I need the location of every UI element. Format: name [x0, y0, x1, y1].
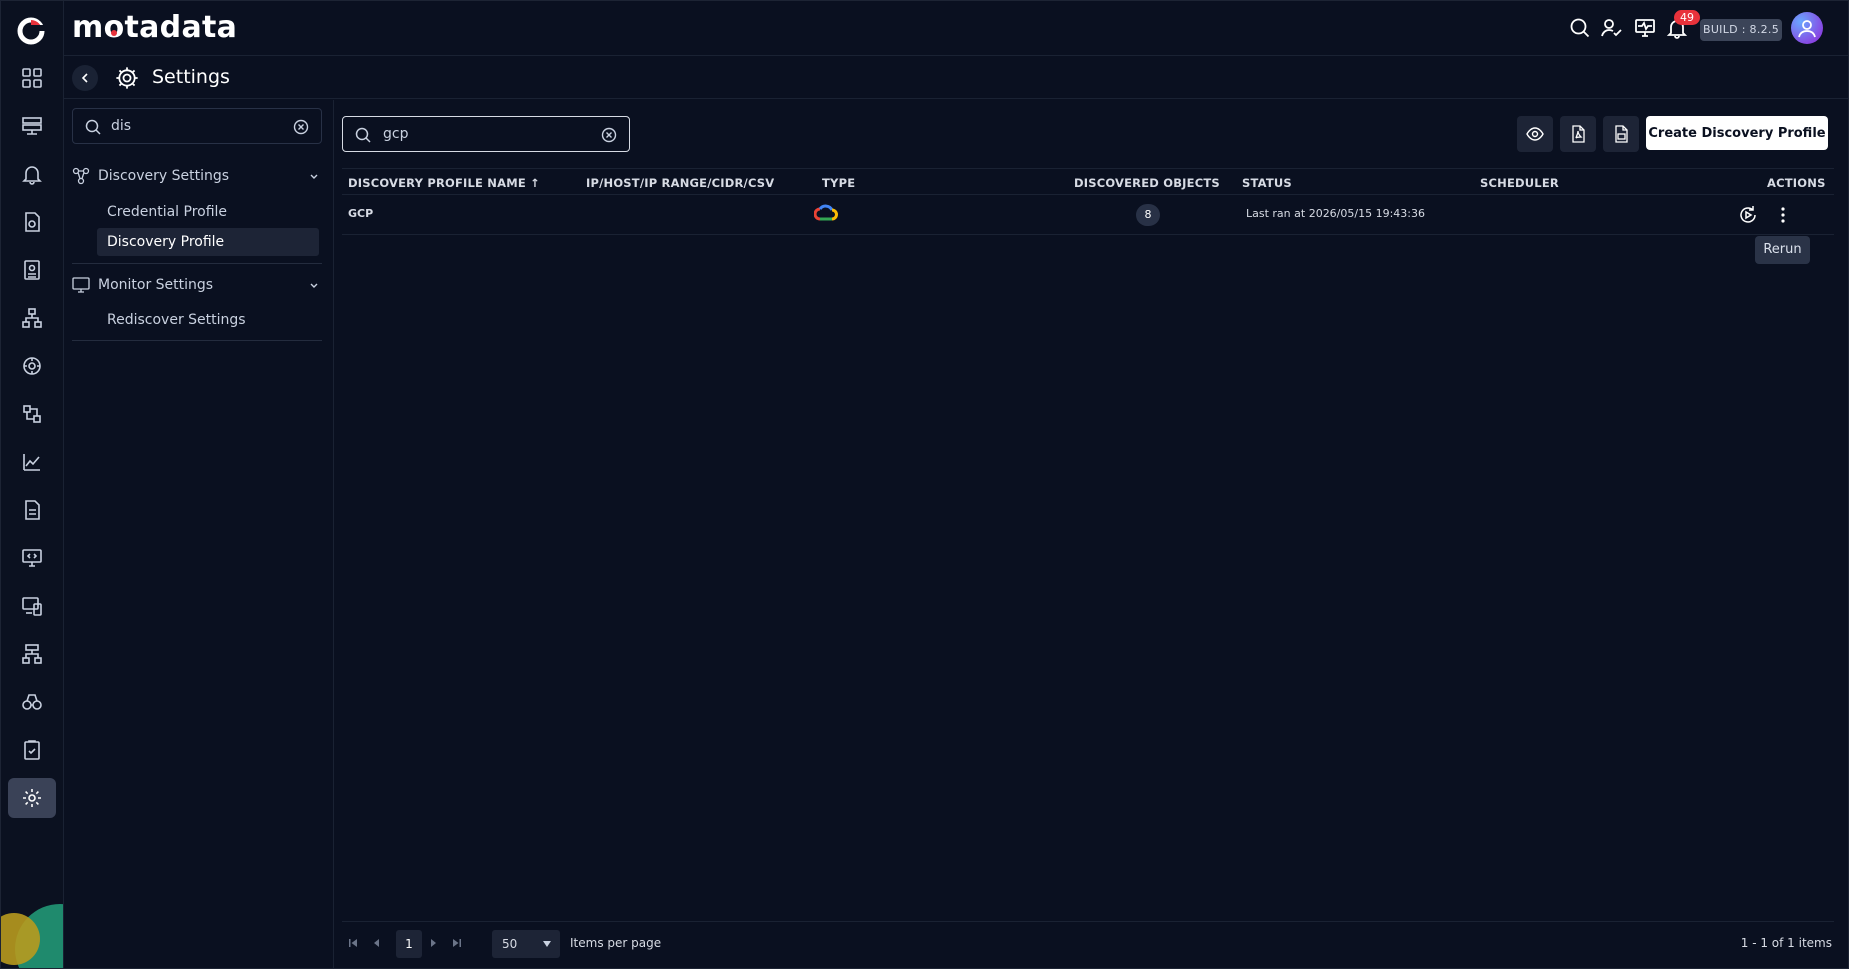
search-icon: [85, 119, 101, 135]
export-pdf-button[interactable]: [1560, 116, 1596, 152]
rerun-tooltip: Rerun: [1755, 236, 1810, 264]
rail-observe-icon[interactable]: [8, 682, 56, 722]
back-button[interactable]: [72, 65, 98, 91]
column-header-scheduler[interactable]: SCHEDULER: [1480, 176, 1559, 190]
rail-settings-icon[interactable]: [8, 778, 56, 818]
rail-reports-icon[interactable]: [8, 250, 56, 290]
profile-name[interactable]: GCP: [348, 207, 373, 220]
rail-dashboard-icon[interactable]: [8, 58, 56, 98]
rail-audit-icon[interactable]: [8, 730, 56, 770]
rail-decoration: [0, 879, 63, 969]
notification-count-badge: 49: [1674, 10, 1700, 25]
app-rail: [0, 0, 64, 969]
page-size-value: 50: [502, 937, 518, 951]
rail-apm-icon[interactable]: [8, 346, 56, 386]
settings-gear-icon: [114, 65, 140, 91]
rail-infrastructure-icon[interactable]: [8, 106, 56, 146]
brand-logo: motadata: [72, 10, 238, 45]
column-header-type[interactable]: TYPE: [822, 176, 855, 190]
settings-search-input[interactable]: [111, 116, 281, 136]
table-header: DISCOVERY PROFILE NAME ↑ IP/HOST/IP RANG…: [342, 168, 1834, 195]
rerun-icon[interactable]: [1737, 204, 1759, 226]
rail-document-icon[interactable]: [8, 490, 56, 530]
global-search-icon[interactable]: [1566, 14, 1594, 42]
rail-network-icon[interactable]: [8, 634, 56, 674]
export-csv-button[interactable]: [1603, 116, 1639, 152]
items-per-page-label: Items per page: [570, 936, 662, 950]
column-header-discovered-objects[interactable]: DISCOVERED OBJECTS: [1074, 176, 1220, 190]
page-header: Settings: [64, 57, 1849, 99]
user-check-icon[interactable]: [1598, 14, 1626, 42]
clear-search-icon[interactable]: [293, 119, 309, 135]
previous-page-icon[interactable]: [368, 934, 386, 952]
monitor-settings-icon: [72, 276, 92, 294]
current-page-number[interactable]: 1: [396, 930, 422, 958]
group-discovery-settings[interactable]: Discovery Settings: [72, 161, 322, 191]
table-row[interactable]: GCP 8 Last ran at 2026/05/15 19:43:36: [342, 195, 1834, 235]
nav-discovery-profile[interactable]: Discovery Profile: [97, 228, 319, 256]
rail-monitor-code-icon[interactable]: [8, 538, 56, 578]
view-toggle-button[interactable]: [1517, 116, 1553, 152]
gcp-cloud-icon: [814, 203, 838, 223]
pdf-file-icon: [1569, 125, 1587, 143]
group-label: Discovery Settings: [98, 168, 230, 184]
rail-topology-icon[interactable]: [8, 298, 56, 338]
chevron-down-icon: [308, 170, 322, 182]
column-header-actions: ACTIONS: [1767, 176, 1826, 190]
app-logo-icon[interactable]: [14, 14, 48, 48]
profile-search-input[interactable]: [383, 124, 583, 144]
column-header-target[interactable]: IP/HOST/IP RANGE/CIDR/CSV: [586, 176, 774, 190]
build-badge: BUILD : 8.2.5: [1700, 19, 1782, 41]
rail-devices-icon[interactable]: [8, 586, 56, 626]
nav-rediscover-settings[interactable]: Rediscover Settings: [97, 306, 319, 334]
page-title: Settings: [152, 66, 230, 88]
eye-icon: [1526, 125, 1544, 143]
pagination-bar: 1 50 Items per page 1 - 1 of 1 items: [342, 921, 1834, 963]
dropdown-arrow-icon: [542, 940, 552, 948]
settings-search-box: [72, 108, 322, 144]
search-icon: [355, 127, 371, 143]
last-page-icon[interactable]: [448, 934, 466, 952]
user-avatar[interactable]: [1791, 12, 1823, 44]
csv-file-icon: [1612, 125, 1630, 143]
divider: [72, 340, 322, 341]
profile-search-box: [342, 116, 630, 152]
discovery-profile-content: Create Discovery Profile DISCOVERY PROFI…: [334, 100, 1849, 969]
page-size-select[interactable]: 50: [492, 930, 560, 958]
chevron-down-icon: [308, 279, 322, 291]
next-page-icon[interactable]: [424, 934, 442, 952]
first-page-icon[interactable]: [344, 934, 362, 952]
settings-nav-panel: Discovery Settings Credential Profile Di…: [64, 100, 334, 969]
group-label: Monitor Settings: [98, 277, 214, 293]
discovered-objects-count[interactable]: 8: [1136, 204, 1160, 226]
more-options-icon[interactable]: [1772, 204, 1794, 226]
top-bar: motadata 49 BUILD : 8.2.5: [64, 0, 1849, 56]
discovery-profile-table: DISCOVERY PROFILE NAME ↑ IP/HOST/IP RANG…: [342, 168, 1834, 235]
group-monitor-settings[interactable]: Monitor Settings: [72, 270, 322, 300]
rail-alerts-icon[interactable]: [8, 154, 56, 194]
column-header-status[interactable]: STATUS: [1242, 176, 1292, 190]
divider: [72, 263, 322, 264]
clear-search-icon[interactable]: [601, 127, 617, 143]
profile-status: Last ran at 2026/05/15 19:43:36: [1246, 207, 1425, 220]
column-header-name[interactable]: DISCOVERY PROFILE NAME ↑: [348, 176, 540, 190]
rail-logs-icon[interactable]: [8, 202, 56, 242]
rail-flow-icon[interactable]: [8, 394, 56, 434]
create-discovery-profile-button[interactable]: Create Discovery Profile: [1646, 116, 1828, 150]
discovery-settings-icon: [72, 167, 92, 185]
rail-metrics-icon[interactable]: [8, 442, 56, 482]
pagination-info: 1 - 1 of 1 items: [1740, 936, 1832, 950]
monitor-pulse-icon[interactable]: [1631, 14, 1659, 42]
nav-credential-profile[interactable]: Credential Profile: [97, 198, 319, 226]
